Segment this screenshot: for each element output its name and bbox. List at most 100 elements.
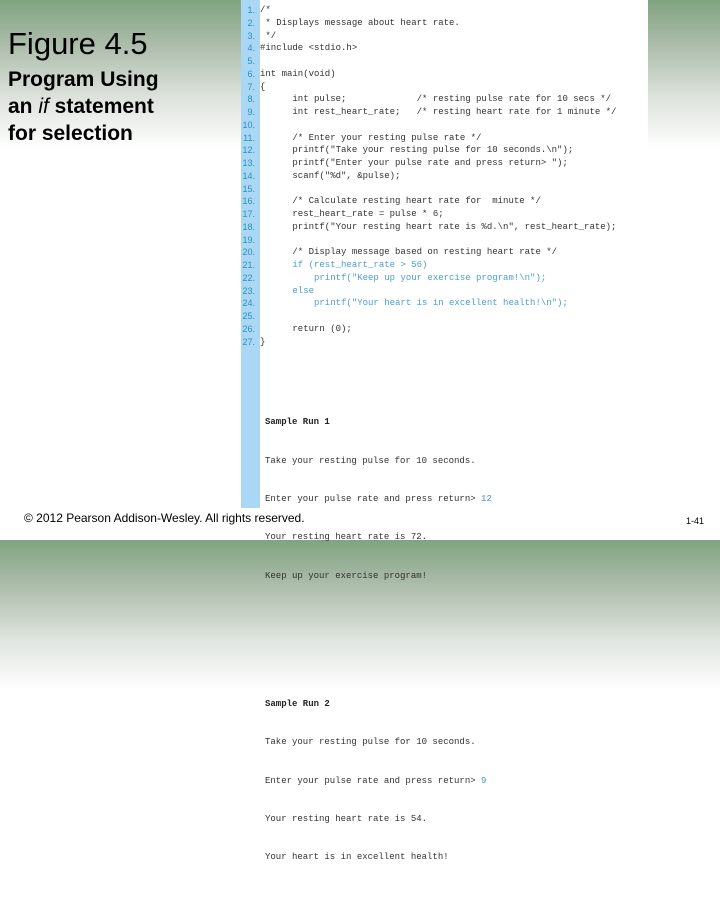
line-number: 14. bbox=[242, 170, 255, 181]
run-output-line: Your resting heart rate is 54. bbox=[265, 814, 428, 825]
code-line: 9. int rest_heart_rate; /* resting heart… bbox=[241, 106, 616, 119]
code-line: 13. printf("Enter your pulse rate and pr… bbox=[241, 157, 616, 170]
line-number: 17. bbox=[242, 209, 255, 219]
code-text: int main(void) bbox=[260, 68, 336, 79]
code-line: 18. printf("Your resting heart rate is %… bbox=[241, 221, 616, 234]
run-output-line: Keep up your exercise program! bbox=[265, 570, 428, 581]
line-number: 25. bbox=[242, 311, 255, 321]
code-text: scanf("%d", &pulse); bbox=[260, 170, 401, 181]
sample-run-1: Sample Run 1 Take your resting pulse for… bbox=[265, 391, 492, 609]
code-line: 24. printf("Your heart is in excellent h… bbox=[241, 297, 616, 310]
line-number: 12. bbox=[242, 145, 255, 156]
code-line: 2. * Displays message about heart rate. bbox=[241, 17, 616, 30]
line-number: 6. bbox=[247, 68, 255, 79]
code-line: 12. printf("Take your resting pulse for … bbox=[241, 144, 616, 157]
line-number: 2. bbox=[247, 17, 255, 28]
code-text: printf("Keep up your exercise program!\n… bbox=[260, 272, 547, 283]
code-listing: 1. /* 2. * Displays message about heart ra… bbox=[241, 4, 616, 348]
line-number: 19. bbox=[242, 234, 255, 245]
run-user-input: 9 bbox=[481, 775, 487, 786]
code-line: 1. /* bbox=[241, 4, 616, 17]
code-line: 27.} bbox=[241, 336, 616, 349]
line-number: 4. bbox=[247, 43, 255, 54]
run-prompt: Enter your pulse rate and press return> bbox=[265, 775, 482, 786]
run-output-line: Your heart is in excellent health! bbox=[265, 852, 449, 863]
line-number: 3. bbox=[247, 30, 255, 41]
line-number: 8. bbox=[247, 94, 255, 105]
code-text: { bbox=[260, 81, 266, 92]
code-text: /* Enter your resting pulse rate */ bbox=[260, 132, 482, 143]
code-line: 21. if (rest_heart_rate > 56) bbox=[241, 259, 616, 272]
code-line: 10. bbox=[241, 119, 616, 132]
code-line: 7. { bbox=[241, 81, 616, 94]
code-line: 6. int main(void) bbox=[241, 68, 616, 81]
code-line: 26. return (0); bbox=[241, 323, 616, 336]
code-line: 17. rest_heart_rate = pulse * 6; bbox=[241, 208, 616, 221]
code-figure-panel: 1. /* 2. * Displays message about heart ra… bbox=[241, 0, 648, 862]
code-line: 4. #include <stdio.h> bbox=[241, 42, 616, 55]
subtitle-text: an bbox=[8, 95, 39, 118]
code-text: int pulse; /* resting pulse rate for 10 … bbox=[260, 94, 612, 105]
code-text: if (rest_heart_rate > 56) bbox=[260, 260, 428, 270]
slide-number: 1-41 bbox=[686, 516, 705, 526]
copyright-notice: © 2012 Pearson Addison-Wesley. All right… bbox=[24, 511, 305, 525]
line-number: 9. bbox=[247, 107, 255, 117]
code-line: 11. /* Enter your resting pulse rate */ bbox=[241, 132, 616, 145]
line-number: 23. bbox=[242, 285, 255, 296]
line-number: 26. bbox=[242, 323, 255, 334]
subtitle-text: statement bbox=[48, 95, 154, 118]
run-output-line: Enter your pulse rate and press return> … bbox=[265, 493, 492, 506]
code-line: 19. bbox=[241, 234, 616, 247]
run-output-line: Take your resting pulse for 10 seconds. bbox=[265, 455, 476, 466]
code-line: 25. bbox=[241, 310, 616, 323]
code-text: printf("Take your resting pulse for 10 s… bbox=[260, 145, 574, 156]
line-number: 5. bbox=[247, 56, 255, 66]
line-number: 21. bbox=[242, 260, 255, 270]
code-line: 14. scanf("%d", &pulse); bbox=[241, 170, 616, 183]
line-number: 13. bbox=[242, 158, 255, 168]
run-prompt: Enter your pulse rate and press return> bbox=[265, 493, 482, 504]
code-text: } bbox=[260, 336, 266, 347]
run-output-line: Take your resting pulse for 10 seconds. bbox=[265, 737, 476, 748]
subtitle-line-2: an if statement bbox=[8, 93, 159, 120]
code-text: #include <stdio.h> bbox=[260, 43, 358, 54]
code-text: printf("Your resting heart rate is %d.\n… bbox=[260, 221, 617, 232]
code-line: 8. int pulse; /* resting pulse rate for … bbox=[241, 93, 616, 106]
code-text: return (0); bbox=[260, 323, 352, 334]
subtitle-keyword: if bbox=[38, 95, 49, 118]
code-line: 23. else bbox=[241, 285, 616, 298]
code-text: /* bbox=[260, 5, 271, 15]
line-number: 15. bbox=[242, 183, 255, 194]
code-text: rest_heart_rate = pulse * 6; bbox=[260, 209, 444, 219]
line-number: 16. bbox=[242, 196, 255, 207]
code-text: int rest_heart_rate; /* resting heart ra… bbox=[260, 107, 617, 117]
line-number: 22. bbox=[242, 272, 255, 283]
line-number: 10. bbox=[242, 119, 255, 130]
code-line: 15. bbox=[241, 183, 616, 196]
sample-run-title: Sample Run 1 bbox=[265, 417, 330, 428]
code-line: 5. bbox=[241, 55, 616, 68]
code-text: else bbox=[260, 285, 315, 296]
figure-title: Figure 4.5 bbox=[8, 26, 148, 61]
line-number: 24. bbox=[242, 298, 255, 309]
line-number: 7. bbox=[247, 81, 255, 92]
sample-run-2: Sample Run 2 Take your resting pulse for… bbox=[265, 672, 492, 890]
sample-runs: Sample Run 1 Take your resting pulse for… bbox=[265, 365, 492, 915]
line-number: 18. bbox=[242, 221, 255, 232]
slide-title-block: Figure 4.5 Program Using an if statement… bbox=[8, 26, 159, 147]
code-line: 16. /* Calculate resting heart rate for … bbox=[241, 195, 616, 208]
figure-subtitle: Program Using an if statement for select… bbox=[8, 66, 159, 147]
sample-run-title: Sample Run 2 bbox=[265, 698, 330, 709]
run-output-line: Your resting heart rate is 72. bbox=[265, 532, 428, 543]
code-text: * Displays message about heart rate. bbox=[260, 17, 460, 28]
code-text: /* Display message based on resting hear… bbox=[260, 247, 558, 258]
code-text: printf("Enter your pulse rate and press … bbox=[260, 158, 568, 168]
run-user-input: 12 bbox=[481, 493, 492, 504]
code-line: 3. */ bbox=[241, 30, 616, 43]
code-text: /* Calculate resting heart rate for minu… bbox=[260, 196, 541, 207]
line-number: 1. bbox=[247, 5, 255, 15]
line-number: 11. bbox=[243, 132, 255, 143]
code-line: 22. printf("Keep up your exercise progra… bbox=[241, 272, 616, 285]
code-line: 20. /* Display message based on resting … bbox=[241, 246, 616, 259]
code-text: printf("Your heart is in excellent healt… bbox=[260, 298, 568, 309]
